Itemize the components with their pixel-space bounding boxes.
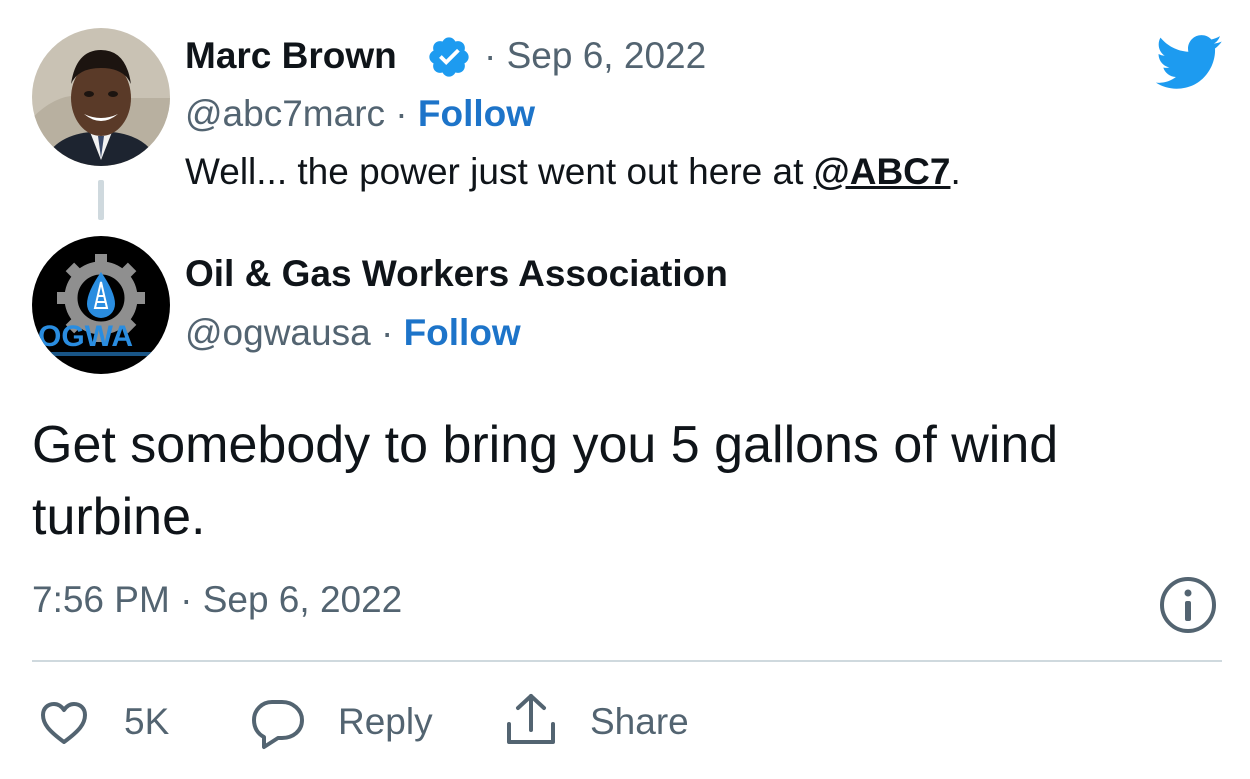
- mention-link[interactable]: @ABC7: [814, 151, 951, 192]
- like-button[interactable]: 5K: [32, 694, 252, 750]
- separator-dot: ·: [484, 35, 497, 76]
- reply-handle-line: @abc7marc · Follow: [185, 92, 535, 136]
- avatar-photo: [32, 28, 170, 166]
- separator-dot: ·: [395, 93, 408, 134]
- author-avatar-ogwa[interactable]: OGWA: [32, 236, 170, 374]
- reply-label: Reply: [338, 701, 433, 742]
- reply-bubble-icon: [252, 700, 304, 749]
- info-icon[interactable]: [1158, 575, 1218, 635]
- follow-button-ogwa[interactable]: Follow: [404, 312, 521, 353]
- reply-date[interactable]: Sep 6, 2022: [507, 35, 707, 76]
- author-handle[interactable]: @ogwausa: [185, 312, 371, 353]
- share-label: Share: [590, 701, 689, 742]
- tweet-time: 7:56 PM: [32, 579, 170, 620]
- twitter-bird-icon[interactable]: [1153, 33, 1223, 91]
- reply-button[interactable]: Reply: [250, 694, 450, 750]
- ogwa-logo-text: OGWA: [38, 320, 133, 353]
- like-count: 5K: [124, 701, 170, 742]
- follow-button-marc-brown[interactable]: Follow: [418, 93, 535, 134]
- reply-text-prefix: Well... the power just went out here at: [185, 151, 814, 192]
- share-button[interactable]: Share: [504, 692, 724, 752]
- tweet-date: Sep 6, 2022: [202, 579, 403, 620]
- reply-text-suffix: .: [950, 151, 961, 192]
- author-handle[interactable]: @abc7marc: [185, 93, 385, 134]
- tweet-timestamp[interactable]: 7:56 PM · Sep 6, 2022: [32, 578, 402, 622]
- separator-dot: ·: [380, 312, 394, 353]
- divider: [32, 660, 1222, 662]
- author-avatar-marc-brown[interactable]: [32, 28, 170, 166]
- verified-badge-icon: [429, 37, 469, 77]
- author-name-ogwa[interactable]: Oil & Gas Workers Association: [185, 252, 728, 296]
- ogwa-logo: OGWA: [32, 236, 170, 374]
- thread-connector-line: [98, 180, 104, 220]
- tweet-text: Get somebody to bring you 5 gallons of w…: [32, 416, 1059, 546]
- ogwa-handle-line: @ogwausa · Follow: [185, 311, 521, 355]
- heart-icon: [41, 702, 87, 744]
- author-name-marc-brown[interactable]: Marc Brown: [185, 34, 397, 78]
- reply-text: Well... the power just went out here at …: [185, 150, 961, 194]
- separator-dot: ·: [180, 579, 193, 620]
- share-icon: [507, 694, 555, 744]
- reply-date-line: · Sep 6, 2022: [484, 34, 706, 78]
